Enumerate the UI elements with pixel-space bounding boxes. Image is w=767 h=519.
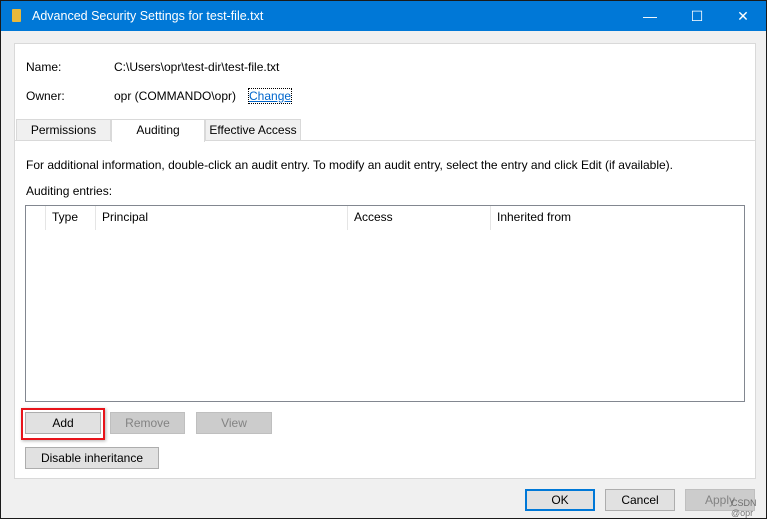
- minimize-button[interactable]: —: [627, 1, 673, 31]
- column-header-access[interactable]: Access: [348, 206, 491, 230]
- owner-value: opr (COMMANDO\opr): [114, 89, 237, 103]
- cancel-button[interactable]: Cancel: [605, 489, 675, 511]
- add-button[interactable]: Add: [25, 412, 101, 434]
- tab-permissions[interactable]: Permissions: [16, 119, 111, 141]
- owner-label: Owner:: [26, 89, 65, 103]
- column-header-type[interactable]: Type: [46, 206, 96, 230]
- name-value: C:\Users\opr\test-dir\test-file.txt: [114, 60, 280, 74]
- advanced-security-settings-window: Advanced Security Settings for test-file…: [0, 0, 767, 519]
- watermark: CSDN @opr: [731, 498, 757, 518]
- tab-effective-access[interactable]: Effective Access: [205, 119, 301, 141]
- instructions-text: For additional information, double-click…: [26, 158, 673, 172]
- folder-icon: [12, 9, 21, 22]
- column-header-principal[interactable]: Principal: [96, 206, 348, 230]
- name-label: Name:: [26, 60, 62, 74]
- tab-auditing[interactable]: Auditing: [111, 119, 205, 142]
- disable-inheritance-button[interactable]: Disable inheritance: [25, 447, 159, 469]
- maximize-button[interactable]: ☐: [674, 1, 720, 31]
- change-owner-link[interactable]: Change: [247, 88, 293, 104]
- view-button[interactable]: View: [196, 412, 272, 434]
- title-bar: Advanced Security Settings for test-file…: [1, 1, 766, 31]
- close-button[interactable]: ✕: [720, 1, 766, 31]
- ok-button[interactable]: OK: [525, 489, 595, 511]
- column-header-inherited-from[interactable]: Inherited from: [491, 206, 744, 230]
- window-title: Advanced Security Settings for test-file…: [32, 9, 264, 23]
- auditing-entries-list[interactable]: Type Principal Access Inherited from: [25, 205, 745, 402]
- remove-button[interactable]: Remove: [110, 412, 185, 434]
- column-header-blank[interactable]: [26, 206, 46, 230]
- auditing-entries-label: Auditing entries:: [26, 184, 113, 198]
